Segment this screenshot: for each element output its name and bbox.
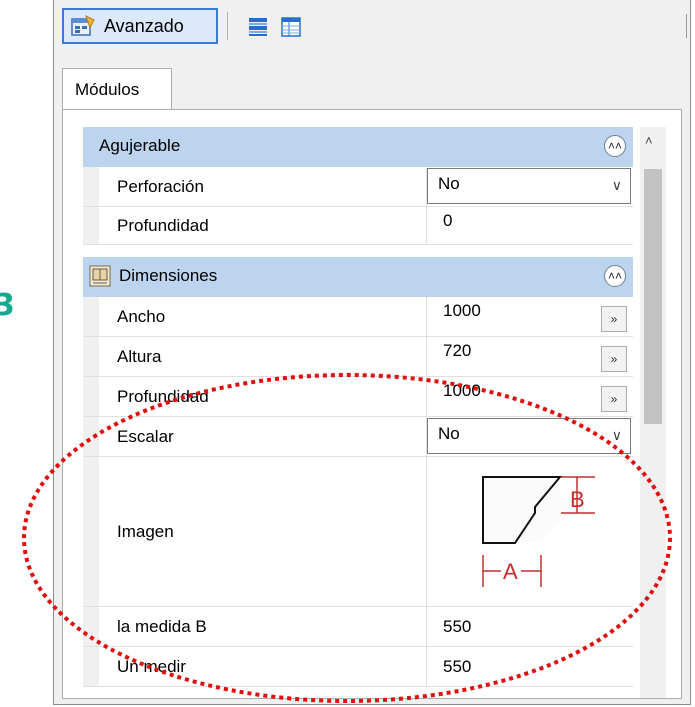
category-label: Agujerable bbox=[99, 136, 181, 155]
property-row-profundidad[interactable]: Profundidad 1000 » bbox=[83, 377, 633, 417]
diagram-label-a: A bbox=[503, 559, 518, 584]
perforacion-dropdown[interactable]: No ∨ bbox=[427, 168, 631, 204]
double-chevron-up-icon[interactable]: ˄˄ bbox=[604, 135, 626, 157]
property-name: la medida B bbox=[117, 616, 207, 636]
property-row-ancho[interactable]: Ancho 1000 » bbox=[83, 297, 633, 337]
advanced-button[interactable]: Avanzado bbox=[62, 8, 218, 44]
property-name: Escalar bbox=[117, 426, 174, 446]
escalar-dropdown[interactable]: No ∨ bbox=[427, 418, 631, 454]
property-row-perforacion[interactable]: Perforación No ∨ bbox=[83, 167, 633, 207]
advanced-label: Avanzado bbox=[104, 15, 184, 36]
advanced-icon bbox=[71, 15, 95, 36]
double-chevron-right-icon[interactable]: » bbox=[601, 386, 627, 412]
property-row-medida-b[interactable]: la medida B 550 bbox=[83, 607, 633, 647]
diagram-label-b: B bbox=[570, 487, 585, 512]
categorized-view-icon[interactable] bbox=[248, 17, 268, 37]
property-row-imagen[interactable]: Imagen B A bbox=[83, 457, 633, 607]
tab-modulos[interactable]: Módulos bbox=[62, 68, 172, 110]
property-name: Altura bbox=[117, 346, 162, 366]
toolbar: Avanzado bbox=[62, 8, 690, 46]
property-name: Ancho bbox=[117, 306, 166, 326]
property-value[interactable]: 720 bbox=[443, 341, 471, 361]
property-name: Un medir bbox=[117, 656, 186, 676]
double-chevron-right-icon[interactable]: » bbox=[601, 346, 627, 372]
corner-shape-diagram: B A bbox=[482, 476, 595, 587]
property-value[interactable]: 0 bbox=[443, 211, 452, 231]
property-name: Profundidad bbox=[117, 215, 209, 235]
property-row-profundidad[interactable]: Profundidad 0 bbox=[83, 207, 633, 245]
toolbar-separator bbox=[227, 12, 228, 40]
property-value[interactable]: 550 bbox=[443, 617, 471, 637]
property-name: Imagen bbox=[117, 521, 174, 541]
property-name: Profundidad bbox=[117, 386, 209, 406]
property-grid-container: Agujerable ˄˄ Perforación No ∨ Profundid… bbox=[62, 109, 682, 699]
scrollbar-thumb[interactable] bbox=[644, 169, 662, 424]
dimensions-icon bbox=[89, 265, 111, 287]
property-row-altura[interactable]: Altura 720 » bbox=[83, 337, 633, 377]
property-row-escalar[interactable]: Escalar No ∨ bbox=[83, 417, 633, 457]
vertical-scrollbar[interactable]: ˄ bbox=[640, 127, 666, 698]
double-chevron-right-icon[interactable]: » bbox=[601, 306, 627, 332]
property-name: Perforación bbox=[117, 176, 204, 196]
scroll-up-arrow-icon[interactable]: ˄ bbox=[645, 133, 653, 148]
property-value[interactable]: 1000 bbox=[443, 301, 481, 321]
category-dimensiones[interactable]: Dimensiones ˄˄ bbox=[83, 257, 633, 297]
category-agujerable[interactable]: Agujerable ˄˄ bbox=[83, 127, 633, 167]
dropdown-value: No bbox=[438, 424, 460, 443]
toolbar-edge bbox=[686, 14, 687, 38]
side-mark: 3 bbox=[0, 288, 15, 323]
category-label: Dimensiones bbox=[119, 266, 218, 285]
chevron-down-icon: ∨ bbox=[611, 177, 622, 193]
property-value[interactable]: 1000 bbox=[443, 381, 481, 401]
chevron-down-icon: ∨ bbox=[611, 427, 622, 443]
dropdown-value: No bbox=[438, 174, 460, 193]
property-value[interactable]: 550 bbox=[443, 657, 471, 677]
tab-modulos-label: Módulos bbox=[75, 80, 140, 99]
property-row-un-medir[interactable]: Un medir 550 bbox=[83, 647, 633, 687]
property-pages-icon[interactable] bbox=[281, 17, 301, 37]
double-chevron-up-icon[interactable]: ˄˄ bbox=[604, 265, 626, 287]
